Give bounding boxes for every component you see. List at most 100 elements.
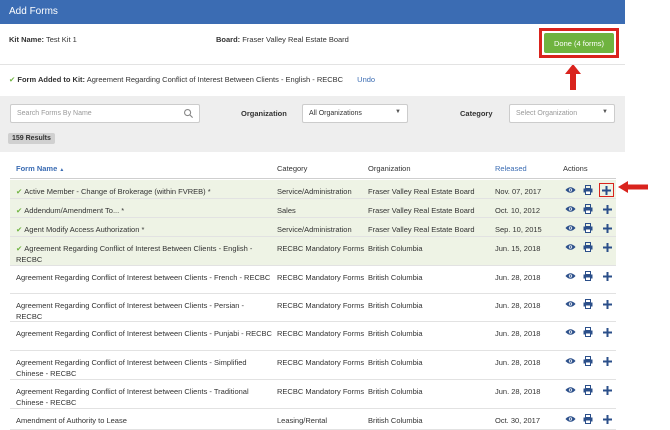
board-value: Fraser Valley Real Estate Board [242,35,349,44]
table-row: Agreement Regarding Conflict of Interest… [10,322,616,351]
print-icon[interactable] [581,298,595,310]
print-icon[interactable] [581,222,595,234]
organization-cell: British Columbia [368,301,423,310]
print-icon[interactable] [581,355,595,367]
form-name-cell: Amendment of Authority to Lease [16,415,272,426]
column-header-organization: Organization [368,164,411,173]
table-row: Amendment of Authority to Lease Leasing/R… [10,409,616,430]
up-arrow-annotation-icon [565,64,581,90]
check-icon: ✔ [16,206,23,215]
released-cell: Jun. 15, 2018 [495,244,541,253]
left-arrow-annotation-icon [618,181,648,193]
eye-icon[interactable] [563,270,577,282]
print-icon[interactable] [581,241,595,253]
category-cell: RECBC Mandatory Forms [277,244,365,253]
released-cell: Jun. 28, 2018 [495,358,541,367]
organization-cell: British Columbia [368,387,423,396]
print-icon[interactable] [581,270,595,282]
plus-icon[interactable] [599,183,614,197]
eye-icon[interactable] [563,298,577,310]
organization-cell: British Columbia [368,244,423,253]
organization-cell: British Columbia [368,358,423,367]
category-cell: RECBC Mandatory Forms [277,329,365,338]
column-header-form-name-label: Form Name [16,164,58,173]
category-cell: Service/Administration [277,187,352,196]
check-icon: ✔ [16,225,23,234]
eye-icon[interactable] [563,355,577,367]
form-name-cell: Agreement Regarding Conflict of Interest… [16,357,272,379]
released-cell: Jun. 28, 2018 [495,273,541,282]
search-input[interactable]: Search Forms By Name [10,104,200,123]
column-header-form-name[interactable]: Form Name ▲ [16,164,64,173]
page-title: Add Forms [0,0,625,24]
form-name: Active Member - Change of Brokerage (wit… [24,187,211,196]
eye-icon[interactable] [563,413,577,425]
eye-icon[interactable] [563,222,577,234]
category-select[interactable]: Select Organization ▼ [509,104,615,123]
table-row: ✔ Active Member - Change of Brokerage (wi… [10,180,616,199]
eye-icon[interactable] [563,241,577,253]
released-cell: Jun. 28, 2018 [495,329,541,338]
column-header-category: Category [277,164,308,173]
organization-cell: Fraser Valley Real Estate Board [368,225,475,234]
plus-icon[interactable] [600,222,614,234]
search-placeholder: Search Forms By Name [17,110,92,117]
divider [0,64,625,65]
category-cell: RECBC Mandatory Forms [277,273,365,282]
print-icon[interactable] [581,203,595,215]
table-header: Form Name ▲ Category Organization Releas… [10,158,616,179]
form-name: Agent Modify Access Authorization * [24,225,145,234]
print-icon[interactable] [581,413,595,425]
print-icon[interactable] [581,384,595,396]
added-notice-value: Agreement Regarding Conflict of Interest… [86,75,344,84]
check-icon: ✔ [9,75,16,84]
print-icon[interactable] [581,184,595,196]
plus-icon[interactable] [600,203,614,215]
form-name-cell: ✔ Agreement Regarding Conflict of Interes… [16,243,272,265]
organization-cell: Fraser Valley Real Estate Board [368,206,475,215]
form-name-cell: Agreement Regarding Conflict of Interest… [16,300,272,322]
plus-icon[interactable] [600,355,614,367]
plus-icon[interactable] [600,384,614,396]
form-name: Addendum/Amendment To... * [24,206,125,215]
check-icon: ✔ [16,187,23,196]
kit-name: Kit Name: Test Kit 1 [9,35,77,44]
organization-cell: Fraser Valley Real Estate Board [368,187,475,196]
table-row: ✔ Agent Modify Access Authorization * Serv… [10,218,616,237]
form-name-cell: ✔ Active Member - Change of Brokerage (wi… [16,186,272,197]
form-name: Amendment of Authority to Lease [16,416,127,425]
plus-icon[interactable] [600,241,614,253]
table-row: Agreement Regarding Conflict of Interest… [10,380,616,409]
kit-name-value: Test Kit 1 [45,35,77,44]
eye-icon[interactable] [563,203,577,215]
organization-cell: British Columbia [368,329,423,338]
organization-select[interactable]: All Organizations ▼ [302,104,408,123]
plus-icon[interactable] [600,270,614,282]
category-cell: Leasing/Rental [277,416,328,425]
eye-icon[interactable] [563,326,577,338]
done-button[interactable]: Done (4 forms) [544,33,614,53]
form-name-cell: Agreement Regarding Conflict of Interest… [16,272,272,283]
plus-icon[interactable] [600,413,614,425]
category-cell: Sales [277,206,296,215]
undo-link[interactable]: Undo [357,75,375,84]
organization-label: Organization [241,109,287,118]
released-cell: Oct. 30, 2017 [495,416,541,425]
form-name: Agreement Regarding Conflict of Interest… [16,329,272,338]
chevron-down-icon: ▼ [602,109,608,115]
category-cell: Service/Administration [277,225,352,234]
category-cell: RECBC Mandatory Forms [277,301,365,310]
organization-cell: British Columbia [368,273,423,282]
print-icon[interactable] [581,326,595,338]
kit-board: Board: Fraser Valley Real Estate Board [216,35,349,44]
table-row: ✔ Addendum/Amendment To... * Sales Fraser V… [10,199,616,218]
form-name-cell: ✔ Addendum/Amendment To... * [16,205,272,216]
column-header-released[interactable]: Released [495,164,527,173]
plus-icon[interactable] [600,298,614,310]
added-notice-label: Form Added to Kit: [17,75,86,84]
eye-icon[interactable] [563,384,577,396]
eye-icon[interactable] [563,184,577,196]
released-cell: Sep. 10, 2015 [495,225,542,234]
column-header-actions: Actions [563,164,588,173]
plus-icon[interactable] [600,326,614,338]
